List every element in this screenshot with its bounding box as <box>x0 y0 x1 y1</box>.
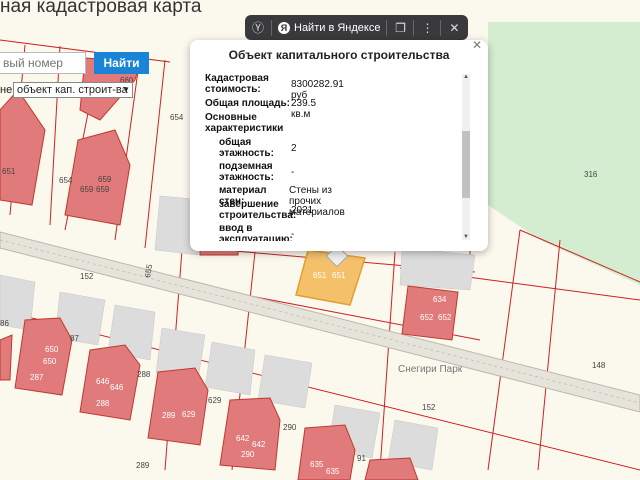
map-label: 289 <box>136 461 150 470</box>
map-label: 287 <box>30 373 44 382</box>
find-in-yandex-button[interactable]: Я Найти в Яндексе <box>272 21 386 34</box>
map-label: 651 <box>313 271 327 280</box>
object-type-select[interactable]: объект кап. строит-ва ▼ <box>13 82 133 98</box>
map-label: 646 <box>96 377 110 386</box>
popup-title: Объект капитального строительства <box>228 48 450 62</box>
cadastral-number-input[interactable] <box>0 52 86 74</box>
map-label: 290 <box>283 423 297 432</box>
map-label: 659 <box>80 185 94 194</box>
map-label: 635 <box>326 467 340 476</box>
info-value: - <box>291 167 295 178</box>
more-icon[interactable]: ⋮ <box>414 21 440 35</box>
info-key: подземная этажность: <box>219 161 274 183</box>
map-label: 87 <box>70 334 79 343</box>
map-label: 289 <box>162 411 176 420</box>
map-label: 654 <box>59 176 73 185</box>
map-label: 651 <box>2 167 16 176</box>
popup-body: Кадастровая стоимость: 8300282.91 руб Об… <box>205 73 463 241</box>
info-key: завершение строительства: <box>219 199 297 221</box>
map-label: 659 <box>96 185 110 194</box>
yandex-badge-icon: Я <box>278 21 290 34</box>
map-label: 86 <box>0 319 9 328</box>
info-value: 2 <box>291 143 297 154</box>
object-type-selected: объект кап. строит-ва <box>17 84 128 96</box>
forest-area <box>488 22 640 285</box>
info-section-heading: Основные характеристики <box>205 112 284 134</box>
map-label: 290 <box>241 450 255 459</box>
yandex-toolbar: Ⓨ Я Найти в Яндексе ❐ ⋮ ✕ <box>245 15 468 40</box>
scrollbar-thumb[interactable] <box>462 131 470 198</box>
map-label: 288 <box>137 370 151 379</box>
object-info-popup: ✕ Объект капитального строительства Када… <box>190 38 488 251</box>
map-label: 152 <box>422 403 436 412</box>
map-label: 646 <box>110 383 124 392</box>
map-label: 316 <box>584 170 598 179</box>
map-label: 91 <box>357 454 366 463</box>
map-label: 635 <box>310 460 324 469</box>
close-icon[interactable]: ✕ <box>441 21 467 35</box>
map-label: 642 <box>236 434 250 443</box>
chevron-down-icon: ▼ <box>122 85 130 94</box>
popup-scrollbar[interactable]: ▲ ▼ <box>462 74 470 240</box>
scroll-down-icon[interactable]: ▼ <box>462 234 470 240</box>
map-label: 650 <box>45 345 59 354</box>
info-key: общая этажность: <box>219 137 274 159</box>
info-value: 2021 <box>291 205 314 216</box>
map-label: 652 <box>420 313 434 322</box>
scroll-up-icon[interactable]: ▲ <box>462 74 470 80</box>
map-label: 654 <box>170 113 184 122</box>
yandex-logo-icon[interactable]: Ⓨ <box>245 19 271 36</box>
find-button[interactable]: Найти <box>94 52 149 74</box>
map-label: 148 <box>592 361 606 370</box>
info-value: 239.5 кв.м <box>291 98 317 120</box>
info-key: ввод в эксплуатацию: <box>219 223 293 241</box>
map-label: 659 <box>98 175 112 184</box>
map-label: 634 <box>433 295 447 304</box>
map-label: 642 <box>252 440 266 449</box>
map-label: 652 <box>438 313 452 322</box>
info-key: Общая площадь: <box>205 98 291 109</box>
map-label: 152 <box>80 272 94 281</box>
map-label: 650 <box>43 357 57 366</box>
page-title: ная кадастровая карта <box>0 0 202 17</box>
map-label: 629 <box>208 396 222 405</box>
filter-label: не <box>0 84 13 96</box>
map-label: 288 <box>96 399 110 408</box>
place-name: Снегири Парк <box>398 364 463 375</box>
info-key: Кадастровая стоимость: <box>205 73 269 95</box>
map-label: 629 <box>182 410 196 419</box>
find-in-yandex-label: Найти в Яндексе <box>294 21 381 34</box>
info-value: - <box>291 229 295 240</box>
map-label: 651 <box>332 271 346 280</box>
copy-icon[interactable]: ❐ <box>387 21 413 35</box>
